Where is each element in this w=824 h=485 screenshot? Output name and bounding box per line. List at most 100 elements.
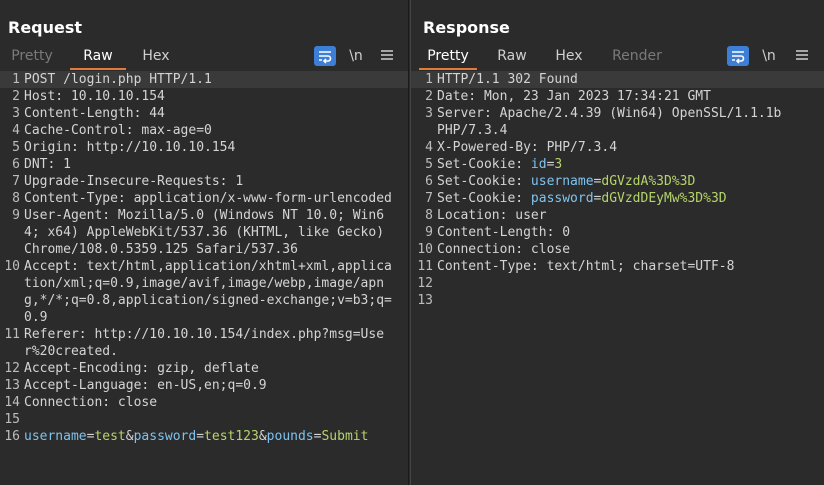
response-wrap-button[interactable] [727, 46, 749, 66]
text-segment: POST /login.php HTTP/1.1 [24, 72, 212, 87]
response-line: 12 [411, 275, 824, 292]
line-number: 10 [4, 259, 20, 274]
response-tab-hex[interactable]: Hex [549, 44, 589, 68]
line-number: 4 [12, 123, 20, 138]
line-content: Cache-Control: max-age=0 [24, 122, 396, 139]
request-tab-pretty[interactable]: Pretty [8, 44, 56, 68]
response-line: 9 Content-Length: 0 [411, 224, 824, 241]
line-content: User-Agent: Mozilla/5.0 (Windows NT 10.0… [24, 207, 396, 258]
text-segment: & [258, 429, 267, 444]
line-content: Content-Length: 44 [24, 105, 396, 122]
text-segment: Set-Cookie: [437, 157, 531, 172]
response-pane: Response Pretty Raw Hex Render \n 1 HTTP/… [410, 0, 824, 485]
param-name: password [133, 429, 197, 444]
text-segment: Mon, 23 Jan 2023 17:34:21 GMT [483, 89, 711, 104]
text-segment: text/html; charset=UTF-8 [546, 259, 735, 274]
line-content: Content-Length: 0 [437, 224, 797, 241]
request-line: 14 Connection: close [0, 394, 408, 411]
request-line: 15 [0, 411, 408, 428]
request-tab-raw[interactable]: Raw [70, 44, 126, 70]
response-line: 1 HTTP/1.1 302 Found [411, 71, 824, 88]
response-line: 2 Date: Mon, 23 Jan 2023 17:34:21 GMT [411, 88, 824, 105]
line-number: 12 [4, 361, 20, 376]
text-segment: HTTP/1.1 302 Found [437, 72, 578, 87]
request-line: 2 Host: 10.10.10.154 [0, 88, 408, 105]
response-line: 4 X-Powered-By: PHP/7.3.4 [411, 139, 824, 156]
text-segment: 0 [562, 225, 571, 240]
line-number: 11 [417, 259, 433, 274]
line-content: Origin: http://10.10.10.154 [24, 139, 396, 156]
line-content: POST /login.php HTTP/1.1 [24, 71, 396, 88]
response-tab-render[interactable]: Render [609, 44, 665, 68]
param-value: 3 [554, 157, 563, 172]
line-number: 14 [4, 395, 20, 410]
text-segment: Content-Type: [24, 191, 134, 206]
line-number: 13 [4, 378, 20, 393]
response-line: 13 [411, 292, 824, 309]
line-number: 11 [4, 327, 20, 342]
response-line: 6 Set-Cookie: username=dGVzdA%3D%3D [411, 173, 824, 190]
request-newline-toggle[interactable]: \n [346, 45, 366, 67]
text-segment: Server: [437, 106, 500, 121]
line-number: 6 [425, 174, 433, 189]
param-value: dGVzdDEyMw%3D%3D [601, 191, 727, 206]
request-line: 16 username=test&password=test123&pounds=… [0, 428, 408, 445]
request-line: 5 Origin: http://10.10.10.154 [0, 139, 408, 156]
param-name: pounds [266, 429, 314, 444]
line-content: Host: 10.10.10.154 [24, 88, 396, 105]
line-content: Location: user [437, 207, 797, 224]
request-menu-button[interactable] [380, 45, 394, 67]
request-line: 13 Accept-Language: en-US,en;q=0.9 [0, 377, 408, 394]
request-line: 3 Content-Length: 44 [0, 105, 408, 122]
request-line: 6 DNT: 1 [0, 156, 408, 173]
line-content [437, 275, 797, 292]
text-segment: max-age=0 [141, 123, 212, 138]
param-value: test [94, 429, 126, 444]
request-wrap-button[interactable] [314, 46, 336, 66]
response-line: 5 Set-Cookie: id=3 [411, 156, 824, 173]
response-editor[interactable]: 1 HTTP/1.1 302 Found 2 Date: Mon, 23 Jan 20… [411, 71, 824, 485]
response-newline-toggle[interactable]: \n [759, 45, 779, 67]
line-content: Set-Cookie: username=dGVzdA%3D%3D [437, 173, 797, 190]
wrap-lines-icon [732, 51, 745, 64]
line-number: 2 [425, 89, 433, 104]
line-content: DNT: 1 [24, 156, 396, 173]
line-content: username=test&password=test123&pounds=Su… [24, 428, 396, 445]
line-number: 5 [425, 157, 433, 172]
response-tab-raw[interactable]: Raw [491, 44, 533, 68]
request-pane: Request Pretty Raw Hex \n 1 POST /login.p… [0, 0, 409, 485]
line-number: 13 [417, 293, 433, 308]
text-segment: User-Agent: [24, 208, 118, 223]
hamburger-menu-icon [381, 50, 393, 60]
line-content: Server: Apache/2.4.39 (Win64) OpenSSL/1.… [437, 105, 797, 139]
request-editor[interactable]: 1 POST /login.php HTTP/1.1 2 Host: 10.10.10… [0, 71, 408, 485]
line-number: 7 [425, 191, 433, 206]
line-content: Accept: text/html,application/xhtml+xml,… [24, 258, 396, 326]
line-number: 7 [12, 174, 20, 189]
text-segment: 44 [149, 106, 165, 121]
text-segment: en-US,en;q=0.9 [157, 378, 267, 393]
line-content: Connection: close [24, 394, 396, 411]
text-segment: DNT: [24, 157, 64, 172]
request-tab-hex[interactable]: Hex [136, 44, 176, 68]
line-number: 3 [425, 106, 433, 121]
request-line: 4 Cache-Control: max-age=0 [0, 122, 408, 139]
text-segment: X-Powered-By: [437, 140, 547, 155]
text-segment: = [196, 429, 205, 444]
line-number: 5 [12, 140, 20, 155]
request-line: 10 Accept: text/html,application/xhtml+xm… [0, 258, 408, 326]
line-number: 16 [4, 429, 20, 444]
line-number: 10 [417, 242, 433, 257]
line-content: Set-Cookie: id=3 [437, 156, 797, 173]
response-menu-button[interactable] [795, 45, 809, 67]
text-segment: 10.10.10.154 [70, 89, 165, 104]
text-segment: Content-Type: [437, 259, 547, 274]
response-tab-pretty[interactable]: Pretty [419, 44, 477, 70]
text-segment: Date: [437, 89, 484, 104]
hamburger-menu-icon [796, 50, 808, 60]
line-content [437, 292, 797, 309]
wrap-lines-icon [319, 51, 332, 64]
text-segment: Cache-Control: [24, 123, 142, 138]
param-value: dGVzdA%3D%3D [601, 174, 696, 189]
response-line: 8 Location: user [411, 207, 824, 224]
